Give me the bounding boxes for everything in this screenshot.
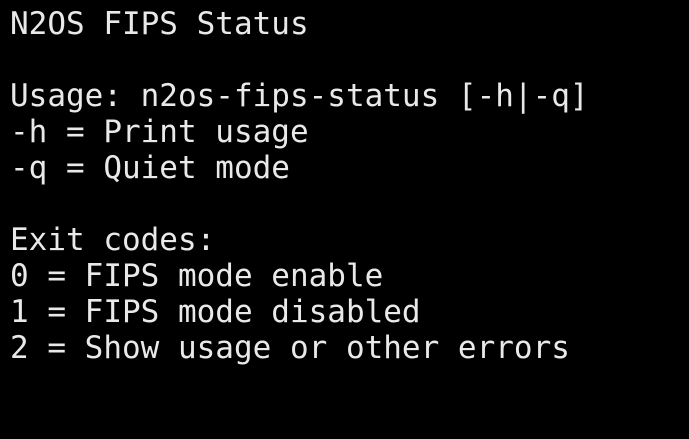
terminal-window: N2OS FIPS Status Usage: n2os-fips-status… bbox=[0, 0, 689, 439]
exit-code-2: 2 = Show usage or other errors bbox=[10, 330, 570, 366]
program-title: N2OS FIPS Status bbox=[10, 6, 309, 42]
option-quiet: -q = Quiet mode bbox=[10, 150, 290, 186]
option-help: -h = Print usage bbox=[10, 114, 309, 150]
usage-line: Usage: n2os-fips-status [-h|-q] bbox=[10, 78, 589, 114]
exit-codes-heading: Exit codes: bbox=[10, 222, 216, 258]
exit-code-1: 1 = FIPS mode disabled bbox=[10, 294, 421, 330]
exit-code-0: 0 = FIPS mode enable bbox=[10, 258, 384, 294]
